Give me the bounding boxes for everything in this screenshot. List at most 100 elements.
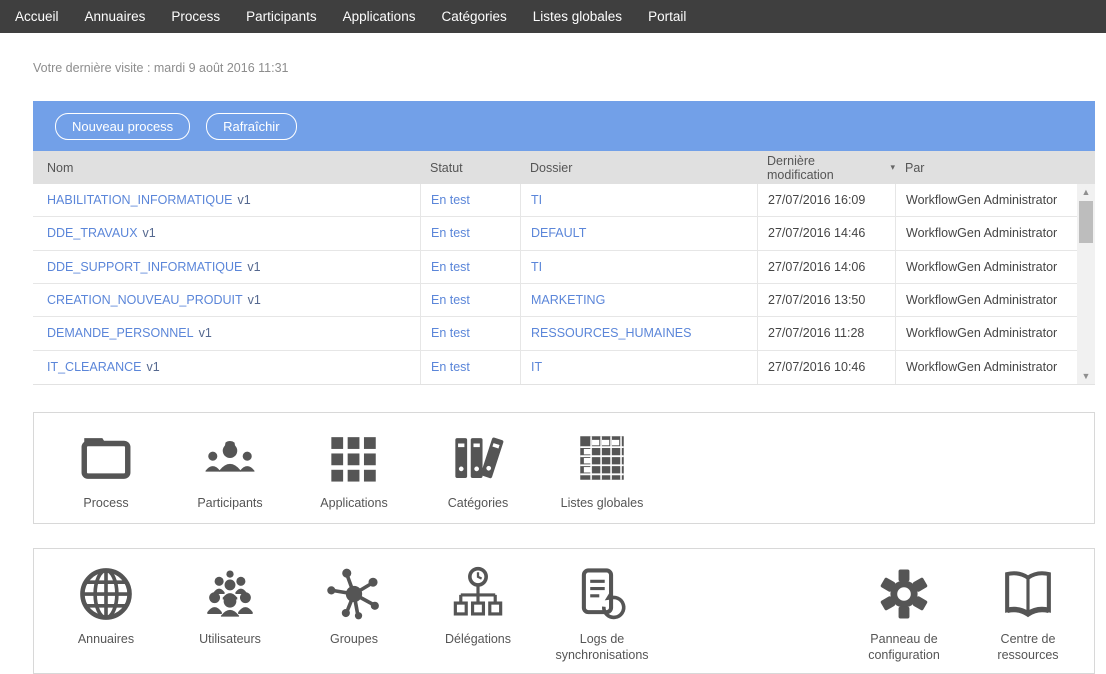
nav-item-participants[interactable]: Participants: [233, 0, 330, 33]
cell-by: WorkflowGen Administrator: [895, 184, 1077, 216]
users-icon: [201, 565, 259, 623]
table-row: DDE_TRAVAUX v1 En test DEFAULT 27/07/2016 14…: [33, 217, 1077, 250]
process-version: v1: [247, 260, 260, 274]
folder-link[interactable]: DEFAULT: [531, 226, 586, 240]
status-link[interactable]: En test: [431, 226, 470, 240]
table-body: HABILITATION_INFORMATIQUEv1En testTI27/0…: [33, 184, 1077, 384]
column-header-dossier[interactable]: Dossier: [520, 161, 757, 175]
shortcut-centre-de-ressources[interactable]: Centre de ressources: [966, 565, 1090, 663]
cell-name: HABILITATION_INFORMATIQUEv1: [33, 184, 420, 216]
modified-date: 27/07/2016 14:06: [768, 260, 865, 274]
cell-folder: RESSOURCES_HUMAINES: [520, 317, 757, 349]
shortcut-process[interactable]: Process: [44, 429, 168, 512]
table-row: DDE_SUPPORT_INFORMATIQUE v1 En test TI 27/07…: [33, 251, 1077, 284]
process-version: v1: [143, 226, 156, 240]
shortcut-utilisateurs[interactable]: Utilisateurs: [168, 565, 292, 648]
cell-modified: 27/07/2016 14:06: [757, 251, 895, 283]
scroll-up-icon[interactable]: ▲: [1077, 184, 1095, 200]
orgchart-clock-icon: [449, 565, 507, 623]
nav-item-portail[interactable]: Portail: [635, 0, 699, 33]
cell-modified: 27/07/2016 13:50: [757, 284, 895, 316]
nav-item-annuaires[interactable]: Annuaires: [72, 0, 159, 33]
column-header-par[interactable]: Par: [895, 161, 1095, 175]
shortcut-label: Applications: [320, 496, 387, 512]
cell-name: DDE_TRAVAUX v1: [33, 217, 420, 249]
cell-by: WorkflowGen Administrator: [895, 284, 1077, 316]
last-visit-text: Votre dernière visite : mardi 9 août 201…: [33, 61, 1106, 75]
shortcut-label: Participants: [197, 496, 262, 512]
cell-status: En test: [420, 317, 520, 349]
folder-link[interactable]: IT: [531, 360, 542, 374]
shortcut-label: Process: [83, 496, 128, 512]
column-header-statut[interactable]: Statut: [420, 161, 520, 175]
status-link[interactable]: En test: [431, 360, 470, 374]
vertical-scrollbar[interactable]: ▲ ▼: [1077, 184, 1095, 384]
process-panel-header: Nouveau process Rafraîchir: [33, 101, 1095, 151]
modified-by: WorkflowGen Administrator: [906, 193, 1057, 207]
globe-icon: [77, 565, 135, 623]
modified-date: 27/07/2016 16:09: [768, 193, 865, 207]
status-link[interactable]: En test: [431, 260, 470, 274]
column-header-derni-re-modification[interactable]: Dernière modification▾: [757, 154, 895, 182]
shortcut-label: Annuaires: [78, 632, 134, 648]
process-version: v1: [199, 326, 212, 340]
table-row: DEMANDE_PERSONNEL v1 En test RESSOURCES_HUM…: [33, 317, 1077, 350]
scrollbar-thumb[interactable]: [1079, 201, 1093, 243]
cell-status: En test: [420, 351, 520, 384]
cell-folder: MARKETING: [520, 284, 757, 316]
modified-by: WorkflowGen Administrator: [906, 260, 1057, 274]
shortcut-label: Groupes: [330, 632, 378, 648]
process-name-link[interactable]: CREATION_NOUVEAU_PRODUIT: [47, 293, 243, 307]
shortcut-participants[interactable]: Participants: [168, 429, 292, 512]
status-link[interactable]: En test: [431, 293, 470, 307]
nav-item-process[interactable]: Process: [158, 0, 233, 33]
nav-item-listes-globales[interactable]: Listes globales: [520, 0, 635, 33]
shortcut-label: Délégations: [445, 632, 511, 648]
gear-icon: [875, 565, 933, 623]
shortcut-panneau-de-configuration[interactable]: Panneau de configuration: [842, 565, 966, 663]
process-name-link[interactable]: DDE_SUPPORT_INFORMATIQUE: [47, 260, 242, 274]
process-name-link[interactable]: IT_CLEARANCE: [47, 360, 141, 374]
folder-link[interactable]: MARKETING: [531, 293, 605, 307]
cell-folder: TI: [520, 184, 757, 216]
column-header-nom[interactable]: Nom: [33, 161, 420, 175]
folder-link[interactable]: RESSOURCES_HUMAINES: [531, 326, 691, 340]
shortcut-label: Utilisateurs: [199, 632, 261, 648]
binders-icon: [449, 429, 507, 487]
modified-by: WorkflowGen Administrator: [906, 226, 1057, 240]
cell-modified: 27/07/2016 14:46: [757, 217, 895, 249]
nav-item-accueil[interactable]: Accueil: [2, 0, 72, 33]
scroll-down-icon[interactable]: ▼: [1077, 368, 1095, 384]
shortcut-panel: Annuaires Utilisateurs Groupes Délégations L…: [33, 548, 1095, 674]
status-link[interactable]: En test: [431, 326, 470, 340]
process-name-link[interactable]: DEMANDE_PERSONNEL: [47, 326, 194, 340]
nav-item-applications[interactable]: Applications: [330, 0, 429, 33]
refresh-button[interactable]: Rafraîchir: [206, 113, 296, 140]
table-row: CREATION_NOUVEAU_PRODUITv1En testMARKETI…: [33, 284, 1077, 317]
cell-status: En test: [420, 184, 520, 216]
new-process-button[interactable]: Nouveau process: [55, 113, 190, 140]
table-icon: [573, 429, 631, 487]
folder-link[interactable]: TI: [531, 193, 542, 207]
shortcut-listes-globales[interactable]: Listes globales: [540, 429, 664, 512]
participants-icon: [201, 429, 259, 487]
shortcut-applications[interactable]: Applications: [292, 429, 416, 512]
shortcut-annuaires[interactable]: Annuaires: [44, 565, 168, 648]
modified-by: WorkflowGen Administrator: [906, 293, 1057, 307]
cell-status: En test: [420, 251, 520, 283]
shortcut-panel: Process Participants Applications Catégorie…: [33, 412, 1095, 524]
table-row: IT_CLEARANCEv1En testIT27/07/2016 10:46W…: [33, 351, 1077, 384]
nav-item-cat-gories[interactable]: Catégories: [428, 0, 519, 33]
process-name-link[interactable]: HABILITATION_INFORMATIQUE: [47, 193, 232, 207]
network-icon: [325, 565, 383, 623]
shortcut-d-l-gations[interactable]: Délégations: [416, 565, 540, 648]
shortcut-label: Panneau de configuration: [849, 632, 959, 663]
shortcut-logs-de-synchronisations[interactable]: Logs de synchronisations: [540, 565, 664, 663]
status-link[interactable]: En test: [431, 193, 470, 207]
modified-date: 27/07/2016 11:28: [768, 326, 864, 340]
folder-link[interactable]: TI: [531, 260, 542, 274]
cell-name: DEMANDE_PERSONNEL v1: [33, 317, 420, 349]
process-name-link[interactable]: DDE_TRAVAUX: [47, 226, 138, 240]
shortcut-groupes[interactable]: Groupes: [292, 565, 416, 648]
shortcut-cat-gories[interactable]: Catégories: [416, 429, 540, 512]
